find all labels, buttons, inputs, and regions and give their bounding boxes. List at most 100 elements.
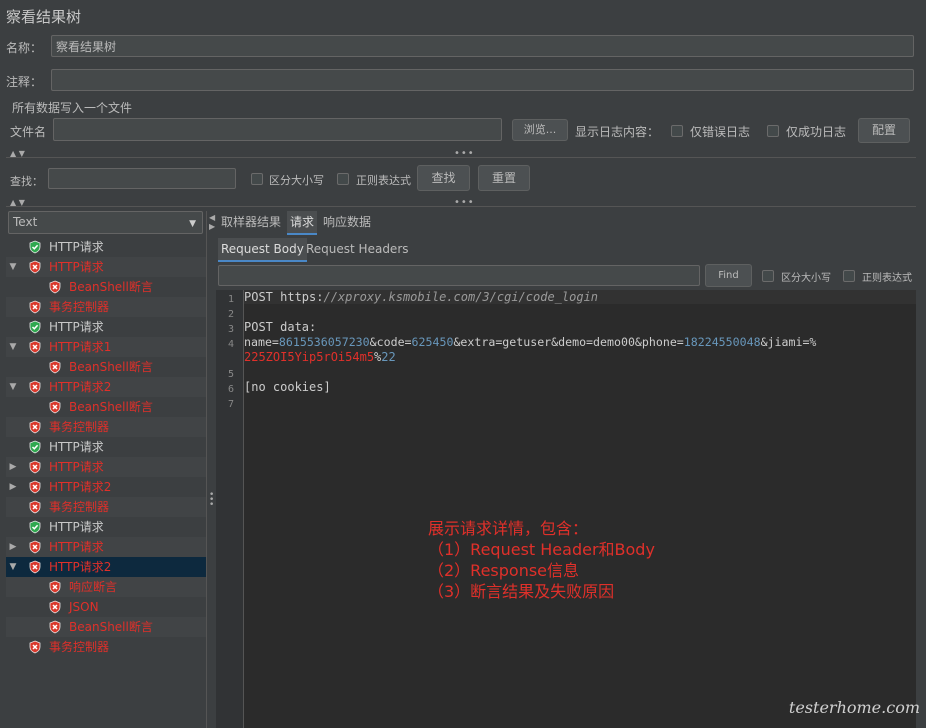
tree-node[interactable]: ▼ HTTP请求1: [6, 337, 206, 357]
tree-node-label: HTTP请求: [49, 460, 104, 474]
tree-node[interactable]: 事务控制器: [6, 497, 206, 517]
tree-node-label: BeanShell断言: [69, 280, 153, 294]
case-sensitive-label: 区分大小写: [269, 174, 324, 187]
line-number: 5: [227, 369, 234, 380]
errors-only-label: 仅错误日志: [690, 125, 751, 139]
tree-node[interactable]: BeanShell断言: [6, 277, 206, 297]
comment-field[interactable]: [51, 69, 914, 91]
code-token: &jiami=%: [760, 335, 817, 349]
expand-down-icon[interactable]: ▼: [8, 337, 18, 357]
regex-label: 正则表达式: [356, 174, 411, 187]
code-token: name=: [244, 335, 279, 349]
find-button[interactable]: 查找: [417, 165, 470, 191]
grip-icon[interactable]: •••: [454, 148, 475, 159]
body-find-button[interactable]: Find: [705, 264, 752, 287]
body-search-input[interactable]: [218, 265, 700, 286]
failure-shield-icon: [28, 560, 42, 574]
code-token: &extra=getuser&demo=demo00&phone=: [453, 335, 684, 349]
tree-node-label: BeanShell断言: [69, 360, 153, 374]
failure-shield-icon: [28, 420, 42, 434]
tree-node[interactable]: 响应断言: [6, 577, 206, 597]
tree-node[interactable]: HTTP请求: [6, 517, 206, 537]
tree-node[interactable]: ▶ HTTP请求: [6, 457, 206, 477]
failure-shield-icon: [48, 620, 62, 634]
tree-node-label: HTTP请求: [49, 260, 104, 274]
tree-node[interactable]: 事务控制器: [6, 297, 206, 317]
annotation-text: 展示请求详情，包含： （1）Request Header和Body （2）Res…: [428, 518, 655, 602]
subtab-request-headers[interactable]: Request Headers: [303, 238, 412, 260]
expand-right-icon[interactable]: ▶: [8, 457, 18, 477]
failure-shield-icon: [48, 400, 62, 414]
tab-response-data[interactable]: 响应数据: [320, 211, 374, 233]
tree-node[interactable]: ▼ HTTP请求2: [6, 377, 206, 397]
tree-node[interactable]: HTTP请求: [6, 237, 206, 257]
tab-sampler-result[interactable]: 取样器结果: [218, 211, 284, 233]
results-tree[interactable]: HTTP请求 ▼ HTTP请求 BeanShell断言 事务控制器 HTTP请求 ▼ HTTP…: [6, 237, 206, 728]
failure-shield-icon: [28, 480, 42, 494]
tree-node-label: HTTP请求: [49, 520, 104, 534]
body-case-label: 区分大小写: [781, 273, 831, 284]
body-regex-checkbox[interactable]: [843, 270, 855, 282]
expand-right-icon[interactable]: ▶: [8, 537, 18, 557]
tree-node[interactable]: ▶ HTTP请求: [6, 537, 206, 557]
tree-node-label: HTTP请求: [49, 320, 104, 334]
subtab-request-body[interactable]: Request Body: [218, 238, 307, 262]
tree-node[interactable]: 事务控制器: [6, 417, 206, 437]
tree-node-label: HTTP请求: [49, 540, 104, 554]
renderer-select[interactable]: Text ▼: [8, 211, 203, 234]
reset-button[interactable]: 重置: [478, 165, 530, 191]
tree-node[interactable]: ▼ HTTP请求2: [6, 557, 206, 577]
tree-node[interactable]: 事务控制器: [6, 637, 206, 657]
body-case-checkbox[interactable]: [762, 270, 774, 282]
line-number: 4: [227, 339, 234, 350]
failure-shield-icon: [48, 360, 62, 374]
tree-node[interactable]: ▶ HTTP请求2: [6, 477, 206, 497]
tree-node[interactable]: BeanShell断言: [6, 397, 206, 417]
code-token: 8615536057230: [278, 335, 370, 349]
tree-node-label: HTTP请求2: [49, 560, 112, 574]
search-input[interactable]: [48, 168, 236, 189]
filename-field[interactable]: [53, 118, 502, 141]
line-number: 7: [227, 399, 234, 410]
chevron-down-icon: ▼: [189, 219, 196, 229]
tree-node[interactable]: ▼ HTTP请求: [6, 257, 206, 277]
failure-shield-icon: [28, 380, 42, 394]
collapse-arrows-icon[interactable]: ◀ ▶: [209, 213, 215, 231]
tree-node[interactable]: JSON: [6, 597, 206, 617]
success-only-label: 仅成功日志: [786, 125, 847, 139]
tree-node[interactable]: HTTP请求: [6, 437, 206, 457]
grip-icon-2[interactable]: •••: [454, 197, 475, 208]
annotation-line: （1）Request Header和Body: [428, 540, 655, 559]
expand-down-icon[interactable]: ▼: [8, 557, 18, 577]
code-token: 18224550048: [683, 335, 761, 349]
expand-right-icon[interactable]: ▶: [8, 477, 18, 497]
watermark: testerhome.com: [788, 698, 920, 717]
failure-shield-icon: [48, 580, 62, 594]
expand-down-icon[interactable]: ▼: [8, 257, 18, 277]
tree-node-label: 事务控制器: [49, 500, 110, 514]
renderer-select-value: Text: [13, 215, 38, 229]
browse-button[interactable]: 浏览...: [512, 119, 568, 141]
regex-checkbox[interactable]: [337, 173, 349, 185]
tree-node-label: 事务控制器: [49, 640, 110, 654]
case-sensitive-checkbox[interactable]: [251, 173, 263, 185]
annotation-line: 展示请求详情，包含：: [428, 519, 589, 538]
code-line-6: [no cookies]: [244, 380, 331, 394]
tree-node[interactable]: HTTP请求: [6, 317, 206, 337]
code-token: 22: [381, 350, 396, 364]
tree-node[interactable]: BeanShell断言: [6, 357, 206, 377]
tab-request[interactable]: 请求: [287, 211, 318, 235]
failure-shield-icon: [28, 460, 42, 474]
tree-node[interactable]: BeanShell断言: [6, 617, 206, 637]
success-only-checkbox[interactable]: [767, 125, 779, 137]
expand-down-icon[interactable]: ▼: [8, 377, 18, 397]
tree-node-label: HTTP请求: [49, 440, 104, 454]
vertical-grip-icon[interactable]: • • •: [209, 491, 214, 510]
errors-only-checkbox[interactable]: [671, 125, 683, 137]
success-shield-icon: [28, 240, 42, 254]
config-button[interactable]: 配置: [858, 118, 910, 143]
name-field[interactable]: [51, 35, 914, 57]
tree-node-label: 事务控制器: [49, 420, 110, 434]
url-scheme: https:: [280, 290, 324, 304]
comment-label: 注释：: [6, 75, 43, 89]
